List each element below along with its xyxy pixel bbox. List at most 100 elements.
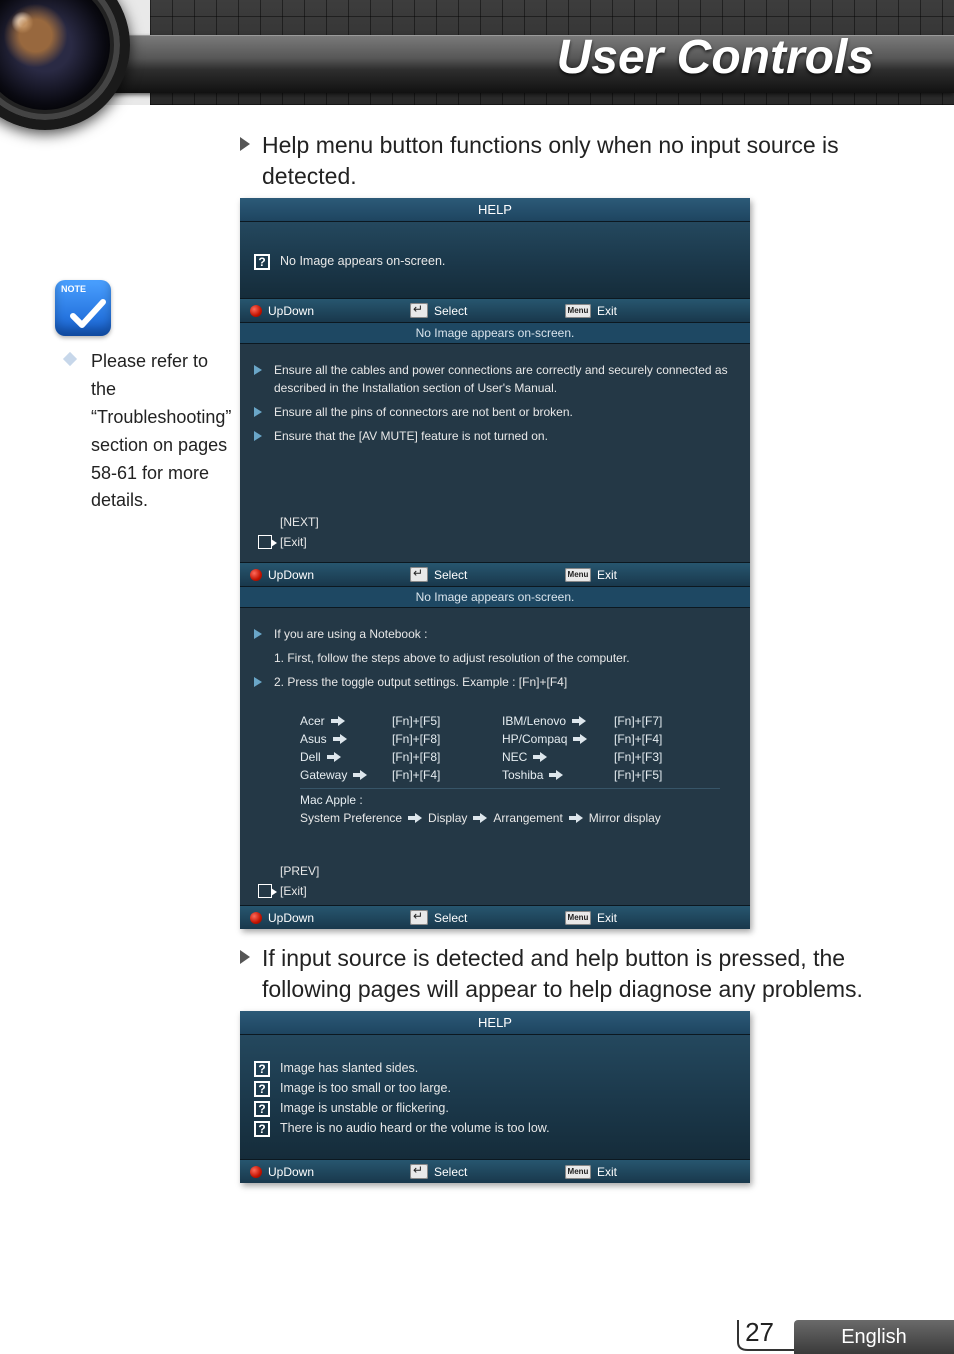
- arrow-right-icon: [473, 813, 487, 823]
- osd-nav: [NEXT] [Exit]: [240, 452, 750, 562]
- osd-check-item: Ensure all the cables and power connecti…: [254, 358, 736, 400]
- triangle-bullet-icon: [254, 365, 262, 375]
- enter-key-icon: [410, 567, 428, 582]
- foot-updown: UpDown: [250, 1165, 410, 1179]
- foot-updown: UpDown: [250, 304, 410, 318]
- menu-key-icon: Menu: [565, 568, 591, 582]
- arrow-right-icon: [572, 716, 586, 726]
- foot-exit: Menu Exit: [565, 911, 617, 925]
- arrow-right-icon: [331, 716, 345, 726]
- osd-item-text: Image has slanted sides.: [280, 1061, 418, 1075]
- brand-cell: NEC: [502, 750, 614, 764]
- camera-lens-decoration: [0, 0, 130, 130]
- osd-title: HELP: [240, 1011, 750, 1035]
- mac-step: Display: [428, 811, 467, 825]
- osd-item-row: ? Image is unstable or flickering.: [254, 1099, 736, 1119]
- page-header: User Controls: [0, 0, 954, 105]
- four-way-icon: [250, 569, 262, 581]
- arrow-right-icon: [333, 734, 347, 744]
- brand-cell: Acer: [300, 714, 392, 728]
- brand-grid: Acer [Fn]+[F5] IBM/Lenovo [Fn]+[F7] Asus…: [300, 714, 720, 782]
- brand-name: Gateway: [300, 768, 347, 782]
- foot-exit-label: Exit: [597, 568, 617, 582]
- question-icon: ?: [254, 1101, 270, 1117]
- brand-key: [Fn]+[F8]: [392, 732, 502, 746]
- brand-name: Toshiba: [502, 768, 543, 782]
- foot-updown-label: UpDown: [268, 568, 314, 582]
- osd-subheader: No Image appears on-screen.: [240, 322, 750, 344]
- menu-key-icon: Menu: [565, 911, 591, 925]
- arrow-right-icon: [573, 734, 587, 744]
- brand-cell: Asus: [300, 732, 392, 746]
- osd-notebook-block: If you are using a Notebook : 1. First, …: [240, 608, 750, 696]
- triangle-bullet-icon: [254, 407, 262, 417]
- osd-item-row: ? No Image appears on-screen.: [254, 252, 736, 272]
- mac-label: Mac Apple :: [300, 788, 720, 807]
- foot-exit: Menu Exit: [565, 304, 617, 318]
- question-icon: ?: [254, 1121, 270, 1137]
- foot-exit-label: Exit: [597, 304, 617, 318]
- enter-key-icon: [410, 303, 428, 318]
- foot-select: Select: [410, 567, 565, 582]
- foot-exit-label: Exit: [597, 911, 617, 925]
- brand-cell: HP/Compaq: [502, 732, 614, 746]
- nav-exit-label: [Exit]: [280, 535, 307, 549]
- intro-bullet-2: If input source is detected and help but…: [240, 943, 934, 1005]
- osd-item-text: Image is too small or too large.: [280, 1081, 451, 1095]
- foot-updown-label: UpDown: [268, 911, 314, 925]
- osd-footer: UpDown Select Menu Exit: [240, 905, 750, 929]
- osd-nav: [PREV] [Exit]: [240, 837, 750, 905]
- foot-select: Select: [410, 910, 565, 925]
- osd-line: 2. Press the toggle output settings. Exa…: [254, 670, 736, 694]
- foot-select-label: Select: [434, 1165, 467, 1179]
- nav-prev: [PREV]: [258, 861, 736, 881]
- question-icon: ?: [254, 1081, 270, 1097]
- foot-select: Select: [410, 1164, 565, 1179]
- osd-item-row: ? Image is too small or too large.: [254, 1079, 736, 1099]
- nav-exit: [Exit]: [258, 532, 736, 552]
- osd-check-text: Ensure that the [AV MUTE] feature is not…: [274, 427, 548, 445]
- nav-exit-label: [Exit]: [280, 884, 307, 898]
- foot-updown: UpDown: [250, 911, 410, 925]
- foot-updown-label: UpDown: [268, 304, 314, 318]
- foot-select: Select: [410, 303, 565, 318]
- foot-exit: Menu Exit: [565, 568, 617, 582]
- enter-key-icon: [410, 1164, 428, 1179]
- main-content: Help menu button functions only when no …: [0, 120, 954, 1193]
- arrow-right-icon: [327, 752, 341, 762]
- mac-step: Mirror display: [589, 811, 661, 825]
- page-title: User Controls: [557, 30, 874, 85]
- brand-cell: Gateway: [300, 768, 392, 782]
- foot-select-label: Select: [434, 568, 467, 582]
- arrow-right-icon: [353, 770, 367, 780]
- brand-key: [Fn]+[F7]: [614, 714, 694, 728]
- osd-line-text: 1. First, follow the steps above to adju…: [274, 649, 630, 667]
- osd-title: HELP: [240, 198, 750, 222]
- exit-icon: [258, 535, 272, 549]
- mac-step: System Preference: [300, 811, 402, 825]
- intro-bullet-1: Help menu button functions only when no …: [240, 130, 874, 192]
- language-tab: English: [794, 1320, 954, 1354]
- foot-exit-label: Exit: [597, 1165, 617, 1179]
- question-icon: ?: [254, 254, 270, 270]
- brand-key: [Fn]+[F5]: [614, 768, 694, 782]
- osd-footer: UpDown Select Menu Exit: [240, 1159, 750, 1183]
- osd-body: ? No Image appears on-screen.: [240, 222, 750, 298]
- mac-path: System Preference Display Arrangement Mi…: [300, 807, 720, 831]
- triangle-bullet-icon: [254, 431, 262, 441]
- osd-item-row: ? There is no audio heard or the volume …: [254, 1119, 736, 1139]
- osd-body: ? Image has slanted sides. ? Image is to…: [240, 1035, 750, 1159]
- osd-footer: UpDown Select Menu Exit: [240, 562, 750, 586]
- osd-check-item: Ensure that the [AV MUTE] feature is not…: [254, 424, 736, 448]
- four-way-icon: [250, 912, 262, 924]
- brand-key: [Fn]+[F8]: [392, 750, 502, 764]
- triangle-bullet-icon: [254, 629, 262, 639]
- four-way-icon: [250, 305, 262, 317]
- brand-name: Acer: [300, 714, 325, 728]
- brand-key: [Fn]+[F5]: [392, 714, 502, 728]
- question-icon: ?: [254, 1061, 270, 1077]
- osd-item-text: Image is unstable or flickering.: [280, 1101, 449, 1115]
- brand-name: Dell: [300, 750, 321, 764]
- osd-check-text: Ensure all the cables and power connecti…: [274, 361, 736, 397]
- nav-prev-label: [PREV]: [280, 864, 319, 878]
